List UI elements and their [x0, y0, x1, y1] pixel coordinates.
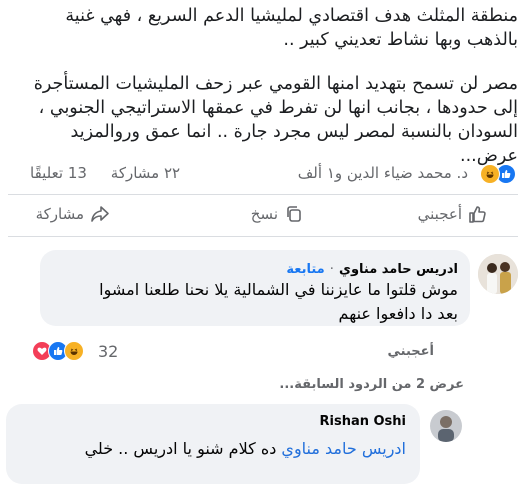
- post-line: بالذهب وبها نشاط تعديني كبير ..: [283, 30, 518, 50]
- share-arrow-icon: [91, 206, 109, 222]
- post-body: منطقة المثلث هدف اقتصادي لمليشيا الدعم ا…: [8, 4, 518, 168]
- comment-text: موش قلتوا ما عايزننا في الشمالية يلا نحن…: [99, 278, 458, 326]
- divider: [8, 236, 518, 237]
- post-line: مصر لن تسمح بتهديد امنها القومي عبر زحف …: [33, 74, 518, 94]
- post-line: منطقة المثلث هدف اقتصادي لمليشيا الدعم ا…: [65, 6, 518, 26]
- post-actions: أعجبني نسخ مشاركة: [0, 198, 526, 232]
- post-stats: د. محمد ضياء الدين و١ ألف ٢٢ مشاركة 13 ت…: [0, 162, 526, 186]
- comment-reactions[interactable]: 32: [32, 341, 119, 361]
- comment-author[interactable]: ادريس حامد مناوي: [339, 262, 458, 277]
- reply-mention[interactable]: ادريس حامد مناوي: [281, 439, 406, 458]
- like-label: أعجبني: [417, 205, 462, 223]
- like-button[interactable]: أعجبني: [418, 204, 488, 224]
- haha-reaction-icon: [480, 164, 500, 184]
- comment-bubble: ادريس حامد مناوي · متابعة موش قلتوا ما ع…: [40, 250, 470, 326]
- comment-line: موش قلتوا ما عايزننا في الشمالية يلا نحن…: [99, 280, 458, 299]
- reply-bubble: Rishan Oshi ادريس حامد مناوي ده كلام شنو…: [6, 404, 420, 484]
- reactor-names[interactable]: د. محمد ضياء الدين و١ ألف: [298, 164, 468, 182]
- commenter-avatar[interactable]: [478, 254, 518, 294]
- follow-link[interactable]: متابعة: [286, 262, 324, 277]
- share-button[interactable]: مشاركة: [36, 204, 110, 224]
- commenter-avatar[interactable]: [430, 410, 462, 442]
- share-label: مشاركة: [35, 205, 84, 223]
- thumbs-up-icon: [469, 206, 486, 223]
- copy-icon: [287, 206, 301, 222]
- post-paragraph-1: منطقة المثلث هدف اقتصادي لمليشيا الدعم ا…: [8, 4, 518, 52]
- shares-count[interactable]: ٢٢ مشاركة: [111, 164, 180, 182]
- post-line[interactable]: السودان بالنسبة لمصر ليس مجرد جارة .. ان…: [71, 122, 518, 166]
- divider: [8, 194, 518, 195]
- view-previous-replies-link[interactable]: عرض 2 من الردود السابقة...: [279, 377, 464, 392]
- engagement-counts: ٢٢ مشاركة 13 تعليقًا: [30, 164, 180, 182]
- reply-body: ده كلام شنو يا ادريس .. خلي: [84, 439, 277, 458]
- reply-text: ادريس حامد مناوي ده كلام شنو يا ادريس ..…: [85, 437, 406, 461]
- comment-reaction-count: 32: [98, 341, 119, 361]
- reaction-icons[interactable]: [480, 164, 516, 184]
- copy-button[interactable]: نسخ: [251, 204, 304, 224]
- comment-line: بعد دا دافعوا عنهم: [338, 304, 458, 323]
- post-line: إلى حدودها ، بجانب انها لن تفرط في عمقها…: [38, 98, 518, 118]
- comment-like-button[interactable]: أعجبني: [388, 344, 434, 359]
- haha-reaction-icon: [64, 341, 84, 361]
- copy-label: نسخ: [250, 205, 278, 223]
- comments-count[interactable]: 13 تعليقًا: [30, 164, 87, 182]
- reply-author[interactable]: Rishan Oshi: [319, 414, 406, 429]
- post-paragraph-2: مصر لن تسمح بتهديد امنها القومي عبر زحف …: [8, 72, 518, 168]
